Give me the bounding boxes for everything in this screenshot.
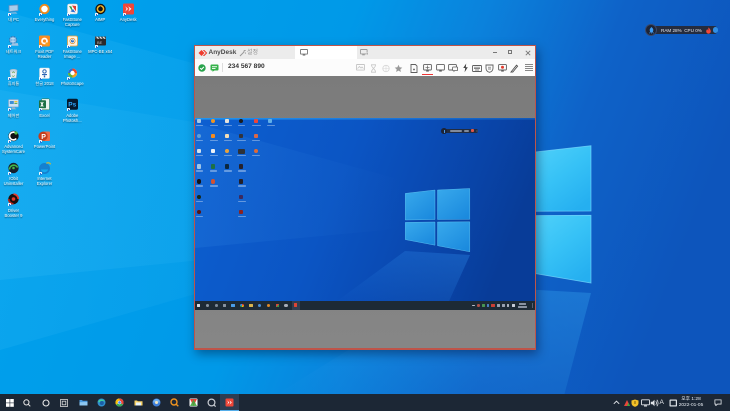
- svg-text:BE: BE: [97, 40, 103, 45]
- svg-text:P: P: [41, 133, 46, 140]
